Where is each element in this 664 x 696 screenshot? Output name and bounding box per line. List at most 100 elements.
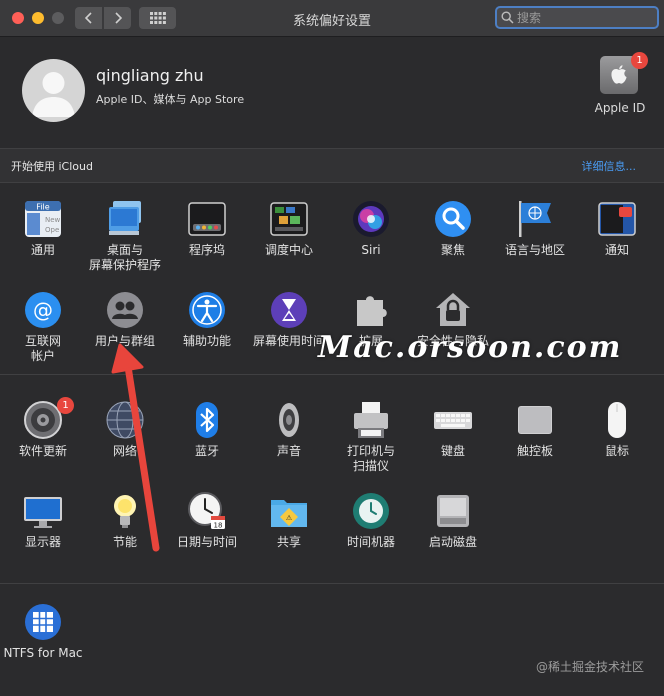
user-silhouette-icon xyxy=(32,72,75,117)
pane-label: 语言与地区 xyxy=(504,243,565,257)
pane-accessibility[interactable]: 辅助功能 xyxy=(165,290,249,370)
extensions-icon xyxy=(357,296,387,326)
mouse-icon xyxy=(608,402,626,438)
apple-id-pane[interactable]: 1 Apple ID xyxy=(590,52,650,120)
pane-date-time[interactable]: 18 日期与时间 xyxy=(165,491,249,571)
security-privacy-icon xyxy=(436,293,470,326)
mission-control-icon xyxy=(270,202,308,236)
siri-icon xyxy=(353,201,389,237)
general-icon: File New Ope xyxy=(25,201,61,237)
pane-label: 辅助功能 xyxy=(182,334,231,348)
software-update-badge: 1 xyxy=(57,397,74,414)
sound-icon xyxy=(279,403,299,437)
pane-label: 调度中心 xyxy=(264,243,313,257)
apple-id-label: Apple ID xyxy=(594,101,646,115)
pane-printers-scanners[interactable]: 打印机与 扫描仪 xyxy=(329,400,413,480)
user-name: qingliang zhu xyxy=(96,66,204,85)
pane-spotlight[interactable]: 聚焦 xyxy=(411,199,495,279)
pane-users-groups[interactable]: 用户与群组 xyxy=(83,290,167,370)
pane-label: 通用 xyxy=(30,243,55,257)
section-divider xyxy=(0,374,664,375)
icloud-details-link[interactable]: 详细信息... xyxy=(582,158,637,174)
pane-dock[interactable]: 程序坞 xyxy=(165,199,249,279)
icloud-bar: 开始使用 iCloud 详细信息... xyxy=(0,148,664,183)
pane-trackpad[interactable]: 触控板 xyxy=(493,400,577,480)
displays-icon xyxy=(24,497,62,528)
svg-text:@: @ xyxy=(33,298,53,322)
avatar[interactable] xyxy=(22,59,85,122)
pane-desktop-screensaver[interactable]: 桌面与 屏幕保护程序 xyxy=(83,199,167,279)
users-groups-icon xyxy=(107,292,143,328)
svg-text:18: 18 xyxy=(214,522,223,530)
pane-label: 日期与时间 xyxy=(176,535,237,549)
watermark: Mac.orsoon.com xyxy=(318,330,623,365)
pane-label: 互联网 帐户 xyxy=(24,334,61,363)
pane-displays[interactable]: 显示器 xyxy=(1,491,85,571)
svg-text:New: New xyxy=(45,216,61,224)
pane-label: Siri xyxy=(361,243,381,257)
pane-mission-control[interactable]: 调度中心 xyxy=(247,199,331,279)
section-divider xyxy=(0,583,664,584)
date-time-icon: 18 xyxy=(188,492,225,530)
search-icon xyxy=(501,11,514,24)
pane-time-machine[interactable]: 时间机器 xyxy=(329,491,413,571)
energy-saver-icon xyxy=(114,495,136,528)
desktop-screensaver-icon xyxy=(109,201,141,235)
sharing-icon: ⚠ xyxy=(271,500,307,527)
pane-label: 通知 xyxy=(604,243,629,257)
pane-siri[interactable]: Siri xyxy=(329,199,413,279)
pane-language-region[interactable]: 语言与地区 xyxy=(493,199,577,279)
printers-scanners-icon xyxy=(354,402,388,438)
startup-disk-icon xyxy=(437,495,469,527)
dock-icon xyxy=(188,202,226,236)
pane-label: 声音 xyxy=(276,444,301,458)
pane-label: 用户与群组 xyxy=(94,334,155,348)
pane-sharing[interactable]: ⚠ 共享 xyxy=(247,491,331,571)
pane-ntfs-for-mac[interactable]: NTFS for Mac xyxy=(1,602,85,682)
pane-label: 鼠标 xyxy=(604,444,629,458)
pane-label: 蓝牙 xyxy=(194,444,219,458)
pane-label: 桌面与 屏幕保护程序 xyxy=(88,243,161,272)
title-bar: 系统偏好设置 xyxy=(0,0,664,37)
accessibility-icon xyxy=(189,292,225,328)
spotlight-icon xyxy=(435,201,471,237)
network-icon xyxy=(106,401,144,439)
language-region-icon xyxy=(519,201,551,237)
pane-label: 打印机与 扫描仪 xyxy=(346,444,395,473)
pane-mouse[interactable]: 鼠标 xyxy=(575,400,659,480)
pane-startup-disk[interactable]: 启动磁盘 xyxy=(411,491,495,571)
pane-general[interactable]: File New Ope 通用 xyxy=(1,199,85,279)
internet-accounts-icon: @ xyxy=(25,292,61,328)
pane-label: 键盘 xyxy=(440,444,465,458)
bluetooth-icon xyxy=(196,402,218,438)
pane-keyboard[interactable]: 键盘 xyxy=(411,400,495,480)
pane-label: 节能 xyxy=(112,535,137,549)
pane-label: 程序坞 xyxy=(188,243,225,257)
pane-sound[interactable]: 声音 xyxy=(247,400,331,480)
pane-bluetooth[interactable]: 蓝牙 xyxy=(165,400,249,480)
pane-label: 网络 xyxy=(112,444,137,458)
credit-text: @稀土掘金技术社区 xyxy=(535,660,644,674)
pane-software-update[interactable]: 1 软件更新 xyxy=(1,397,85,480)
pane-energy-saver[interactable]: 节能 xyxy=(83,491,167,571)
icloud-text: 开始使用 iCloud xyxy=(11,160,93,173)
pane-label: 显示器 xyxy=(24,535,61,549)
screen-time-icon xyxy=(271,292,307,328)
keyboard-icon xyxy=(434,412,472,429)
svg-text:Ope: Ope xyxy=(45,226,59,234)
time-machine-icon xyxy=(353,493,389,529)
pane-label: 触控板 xyxy=(516,444,553,458)
apple-id-badge: 1 xyxy=(631,52,648,69)
pane-network[interactable]: 网络 xyxy=(83,400,167,480)
search-field[interactable] xyxy=(495,6,659,29)
search-input[interactable] xyxy=(517,9,653,26)
user-subtitle: Apple ID、媒体与 App Store xyxy=(96,93,245,106)
notifications-icon xyxy=(598,202,636,236)
pane-label: 启动磁盘 xyxy=(428,535,477,549)
pane-internet-accounts[interactable]: @ 互联网 帐户 xyxy=(1,290,85,370)
pane-notifications[interactable]: 通知 xyxy=(575,199,659,279)
pane-label: 时间机器 xyxy=(346,535,395,549)
ntfs-for-mac-icon xyxy=(25,604,61,640)
pane-label: 软件更新 xyxy=(18,444,67,458)
pane-label: NTFS for Mac xyxy=(3,646,83,660)
